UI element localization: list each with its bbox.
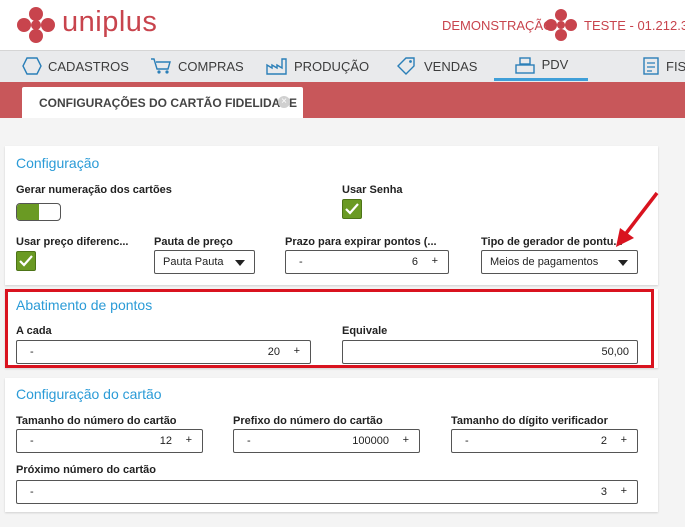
nav-item-cadastros[interactable]: CADASTROS [22, 51, 129, 81]
decrement-button[interactable]: - [465, 435, 469, 447]
proximo-label: Próximo número do cartão [16, 464, 156, 476]
cube-icon [22, 57, 42, 75]
prefixo-stepper[interactable]: - 100000 + [233, 429, 420, 453]
chevron-down-icon [618, 260, 628, 266]
prazo-stepper[interactable]: - 6 + [285, 250, 449, 274]
decrement-button[interactable]: - [30, 346, 34, 358]
top-bar: uniplus DEMONSTRAÇÃO TESTE - 01.212.344 [0, 0, 685, 50]
equivale-value: 50,00 [601, 346, 629, 358]
prazo-value: 6 [411, 256, 418, 268]
decrement-button[interactable]: - [247, 435, 251, 447]
nav-label: PRODUÇÃO [294, 58, 370, 74]
factory-icon [266, 58, 287, 75]
a-cada-label: A cada [16, 325, 52, 337]
company-logo-icon[interactable] [544, 8, 578, 42]
pauta-value: Pauta Pauta [163, 256, 224, 268]
nav-item-fiscal[interactable]: FIS [642, 51, 685, 81]
tamanho-digito-value: 2 [600, 435, 607, 447]
section-title-cartao: Configuração do cartão [16, 386, 162, 402]
cart-icon [151, 58, 171, 74]
usar-senha-label: Usar Senha [342, 184, 403, 196]
nav-label: COMPRAS [178, 58, 244, 74]
mode-label: DEMONSTRAÇÃO [442, 18, 554, 33]
register-icon [514, 56, 535, 74]
tab-label: CONFIGURAÇÕES DO CARTÃO FIDELIDADE [39, 95, 297, 110]
chevron-down-icon [235, 260, 245, 266]
proximo-stepper[interactable]: - 3 + [16, 480, 638, 504]
tipo-gerador-select[interactable]: Meios de pagamentos [481, 250, 638, 274]
gerar-numeracao-toggle[interactable] [16, 203, 61, 221]
equivale-label: Equivale [342, 325, 388, 337]
a-cada-value: 20 [267, 346, 280, 358]
increment-button[interactable]: + [403, 434, 409, 446]
annotation-arrow-icon [616, 191, 659, 247]
increment-button[interactable]: + [432, 255, 438, 267]
section-title-configuracao: Configuração [16, 155, 100, 171]
tamanho-numero-stepper[interactable]: - 12 + [16, 429, 203, 453]
increment-button[interactable]: + [621, 434, 627, 446]
check-icon [19, 255, 33, 267]
document-icon [643, 57, 659, 75]
brand-name: uniplus [62, 6, 158, 38]
decrement-button[interactable]: - [30, 486, 34, 498]
close-icon[interactable]: × [278, 96, 290, 108]
equivale-input[interactable]: 50,00 [342, 340, 638, 364]
tab-cartao-fidelidade[interactable]: CONFIGURAÇÕES DO CARTÃO FIDELIDADE × [22, 87, 303, 118]
pauta-select[interactable]: Pauta Pauta [154, 250, 255, 274]
uniplus-logo-icon [17, 7, 55, 43]
nav-item-compras[interactable]: COMPRAS [150, 51, 244, 81]
prefixo-value: 100000 [352, 435, 389, 447]
nav-label: VENDAS [424, 58, 478, 74]
pauta-label: Pauta de preço [154, 236, 233, 248]
proximo-value: 3 [600, 486, 607, 498]
nav-label: PDV [541, 57, 569, 72]
decrement-button[interactable]: - [299, 256, 303, 268]
nav-item-pdv[interactable]: PDV [494, 51, 588, 81]
section-title-abatimento: Abatimento de pontos [16, 297, 153, 313]
a-cada-stepper[interactable]: - 20 + [16, 340, 311, 364]
increment-button[interactable]: + [186, 434, 192, 446]
usar-preco-label: Usar preço diferenc... [16, 236, 129, 248]
usar-senha-checkbox[interactable] [342, 199, 362, 219]
tamanho-digito-label: Tamanho do dígito verificador [451, 415, 608, 427]
nav-label: FIS [666, 58, 685, 74]
nav-item-producao[interactable]: PRODUÇÃO [266, 51, 369, 81]
nav-item-vendas[interactable]: VENDAS [396, 51, 477, 81]
check-icon [345, 203, 359, 215]
tamanho-numero-value: 12 [159, 435, 172, 447]
gerar-numeracao-label: Gerar numeração dos cartões [16, 184, 172, 196]
decrement-button[interactable]: - [30, 435, 34, 447]
prefixo-label: Prefixo do número do cartão [233, 415, 383, 427]
tipo-gerador-value: Meios de pagamentos [490, 256, 599, 268]
tamanho-numero-label: Tamanho do número do cartão [16, 415, 177, 427]
tamanho-digito-stepper[interactable]: - 2 + [451, 429, 638, 453]
increment-button[interactable]: + [621, 485, 627, 497]
increment-button[interactable]: + [294, 345, 300, 357]
nav-label: CADASTROS [48, 58, 129, 74]
company-label[interactable]: TESTE - 01.212.344 [584, 18, 685, 33]
main-nav: CADASTROS COMPRAS PRODUÇÃO VENDAS PDV FI… [0, 50, 685, 82]
usar-preco-checkbox[interactable] [16, 251, 36, 271]
tipo-gerador-label: Tipo de gerador de pontu... [481, 236, 623, 248]
prazo-label: Prazo para expirar pontos (... [285, 236, 437, 248]
tag-icon [397, 57, 415, 75]
